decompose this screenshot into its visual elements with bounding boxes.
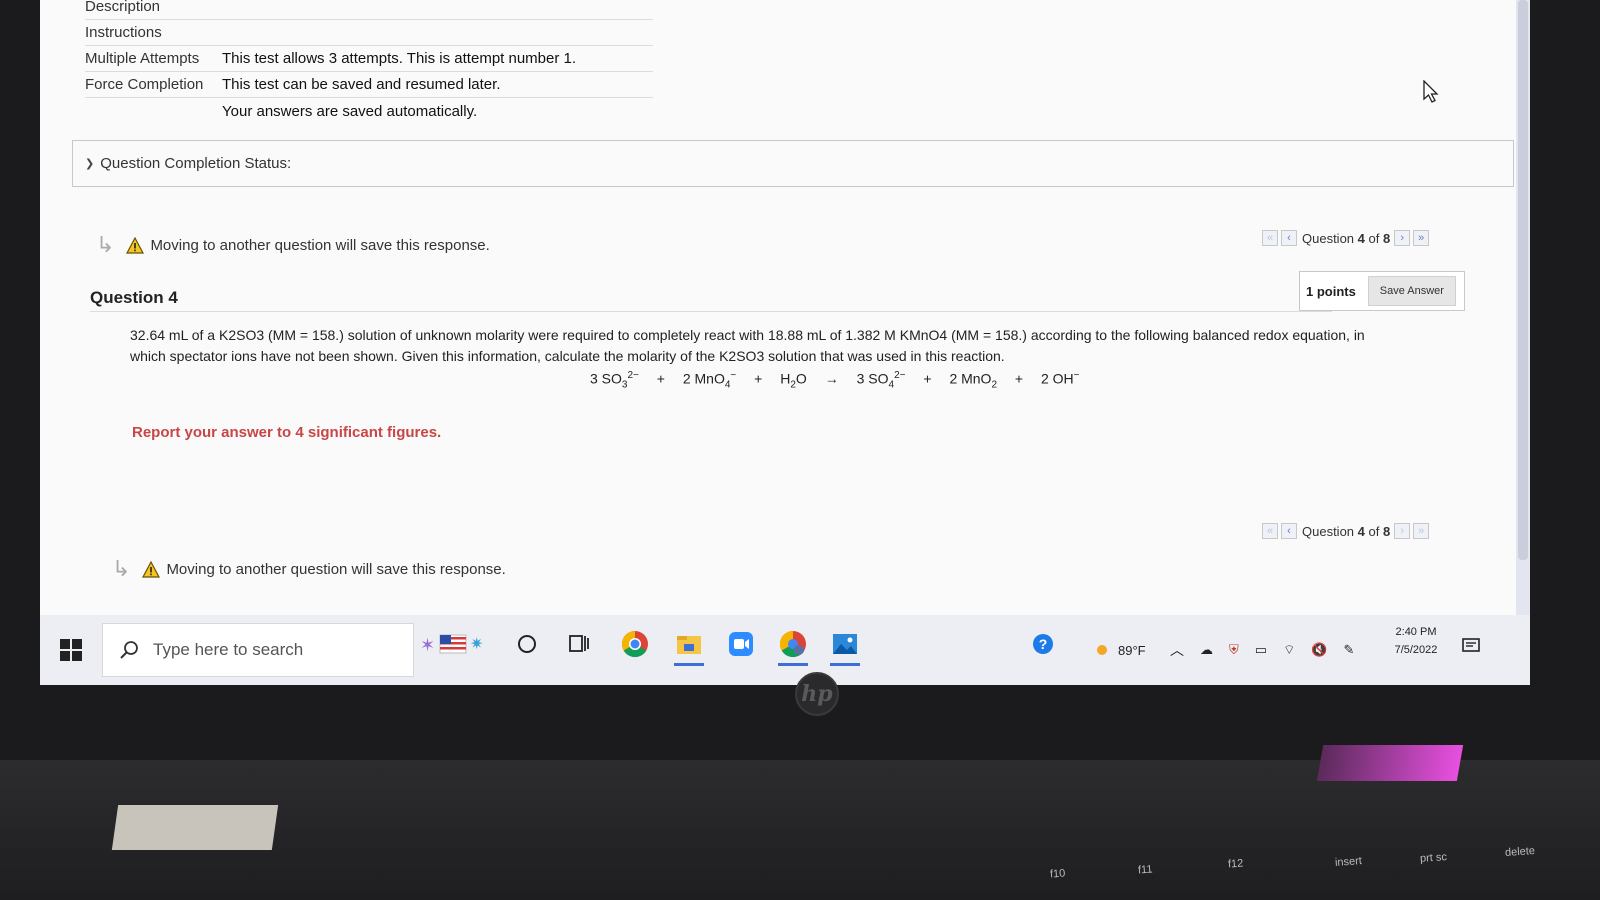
page-scrollbar[interactable] — [1516, 0, 1530, 615]
info-label: Multiple Attempts — [85, 50, 200, 67]
clock-time: 2:40 PM — [1395, 626, 1437, 638]
info-label: Instructions — [85, 24, 162, 41]
info-value: Your answers are saved automatically. — [222, 102, 478, 120]
key-label: insert — [1334, 855, 1363, 869]
windows-start-icon[interactable] — [58, 637, 84, 663]
battery-icon[interactable]: ▭ — [1255, 642, 1267, 658]
scrollbar-thumb[interactable] — [1518, 0, 1528, 560]
return-arrow-icon: ↳ — [96, 232, 115, 257]
question-counter: Question 4 of 8 — [1302, 523, 1391, 539]
help-icon[interactable]: ? — [1026, 627, 1060, 661]
question-counter: Question 4 of 8 — [1302, 230, 1391, 246]
pen-icon[interactable]: ✎ — [1343, 642, 1354, 658]
svg-text:?: ? — [1039, 636, 1048, 652]
chevron-up-icon[interactable]: ︿ — [1170, 640, 1184, 660]
svg-text:✷: ✷ — [470, 636, 483, 653]
hp-logo-icon: hp — [795, 672, 839, 716]
weather-widget[interactable]: 89°F — [1092, 615, 1146, 685]
active-indicator — [830, 663, 860, 666]
keyboard-key — [111, 805, 279, 850]
photos-icon[interactable] — [828, 627, 862, 666]
keyboard-light — [1316, 745, 1464, 781]
question-nav-top: « ‹ Question 4 of 8 › » — [1262, 230, 1432, 246]
question-completion-status[interactable]: ❯ Question Completion Status: — [72, 140, 1514, 187]
taskbar: Type here to search ✶ ✷ ? 89°F ︿ ☁ ⛨ ▭ ⌔… — [40, 615, 1530, 685]
info-value: This test can be saved and resumed later… — [222, 76, 501, 93]
question-text-line: which spectator ions have not been shown… — [130, 348, 1005, 364]
wifi-icon[interactable]: ⌔ — [1283, 642, 1295, 658]
cortana-icon[interactable] — [510, 627, 544, 661]
key-label: prt sc — [1419, 851, 1448, 865]
save-warning-bottom: ↳ Moving to another question will save t… — [112, 556, 506, 582]
key-label: f12 — [1227, 857, 1244, 871]
next-question-button[interactable]: › — [1394, 230, 1411, 246]
next-question-button[interactable]: › — [1394, 523, 1411, 539]
points-label: 1 points — [1306, 283, 1356, 299]
test-info-table: Description Instructions Multiple Attemp… — [85, 0, 653, 124]
info-row-multiple-attempts: Multiple Attempts This test allows 3 att… — [85, 46, 653, 72]
warning-text: Moving to another question will save thi… — [150, 236, 490, 254]
first-question-button[interactable]: « — [1262, 230, 1278, 246]
chrome-profile-icon[interactable] — [776, 627, 810, 666]
prev-question-button[interactable]: ‹ — [1281, 523, 1297, 539]
chevron-down-icon: ❯ — [85, 158, 95, 170]
taskbar-clock[interactable]: 2:40 PM 7/5/2022 — [1380, 623, 1452, 659]
info-row-autosave: Your answers are saved automatically. — [85, 98, 653, 124]
security-icon[interactable]: ⛨ — [1229, 642, 1239, 658]
svg-text:✶: ✶ — [420, 635, 435, 655]
taskbar-search[interactable]: Type here to search — [102, 623, 414, 677]
clock-date: 7/5/2022 — [1394, 644, 1438, 656]
info-label: Force Completion — [85, 76, 204, 93]
warning-icon — [142, 560, 161, 578]
volume-muted-icon[interactable]: 🔇 — [1311, 642, 1327, 658]
monitor-screen: Description Instructions Multiple Attemp… — [40, 0, 1530, 685]
last-question-button[interactable]: » — [1413, 230, 1430, 246]
status-label: Question Completion Status: — [100, 155, 292, 172]
notification-icon[interactable] — [1460, 635, 1482, 657]
sig-fig-instruction: Report your answer to 4 significant figu… — [132, 424, 442, 441]
first-question-button[interactable]: « — [1262, 523, 1278, 539]
question-text: 32.64 mL of a K2SO3 (MM = 158.) solution… — [130, 325, 1430, 367]
weather-temp: 89°F — [1118, 642, 1146, 658]
system-tray: ︿ ☁ ⛨ ▭ ⌔ 🔇 ✎ — [1170, 615, 1354, 685]
last-question-button[interactable]: » — [1413, 523, 1430, 539]
key-label: f11 — [1137, 863, 1153, 877]
key-label: f10 — [1049, 867, 1066, 881]
return-arrow-icon: ↳ — [112, 556, 131, 581]
question-text-line: 32.64 mL of a K2SO3 (MM = 158.) solution… — [130, 327, 1365, 343]
test-page: Description Instructions Multiple Attemp… — [40, 0, 1530, 615]
search-placeholder: Type here to search — [153, 640, 304, 659]
save-answer-button[interactable]: Save Answer — [1367, 276, 1456, 306]
info-row-force-completion: Force Completion This test can be saved … — [85, 72, 653, 98]
task-view-icon[interactable] — [562, 627, 596, 661]
warning-icon — [126, 236, 145, 254]
file-explorer-icon[interactable] — [672, 627, 706, 666]
info-row-instructions: Instructions — [85, 20, 653, 46]
mouse-pointer-icon — [1423, 80, 1439, 103]
onedrive-icon[interactable]: ☁ — [1200, 642, 1213, 658]
warning-text: Moving to another question will save thi… — [166, 560, 506, 578]
zoom-icon[interactable] — [724, 627, 758, 661]
question-title: Question 4 — [90, 288, 178, 307]
points-box: 1 points Save Answer — [1299, 271, 1465, 311]
chrome-icon[interactable] — [618, 627, 652, 661]
active-indicator — [674, 663, 704, 666]
prev-question-button[interactable]: ‹ — [1281, 230, 1297, 246]
active-indicator — [778, 663, 808, 666]
question-nav-bottom: « ‹ Question 4 of 8 › » — [1262, 523, 1432, 539]
search-icon — [120, 641, 138, 659]
info-row-description: Description — [85, 0, 653, 20]
divider — [90, 311, 1332, 312]
key-label: delete — [1504, 844, 1536, 860]
info-value: This test allows 3 attempts. This is att… — [222, 50, 577, 67]
fireworks-flag-icon[interactable]: ✶ ✷ — [418, 627, 492, 661]
info-label: Description — [85, 0, 161, 15]
sun-icon — [1097, 645, 1107, 655]
save-warning-top: ↳ Moving to another question will save t… — [96, 232, 490, 258]
redox-equation: 3 SO32− + 2 MnO4− + H2O → 3 SO42− + 2 Mn… — [590, 370, 1080, 391]
